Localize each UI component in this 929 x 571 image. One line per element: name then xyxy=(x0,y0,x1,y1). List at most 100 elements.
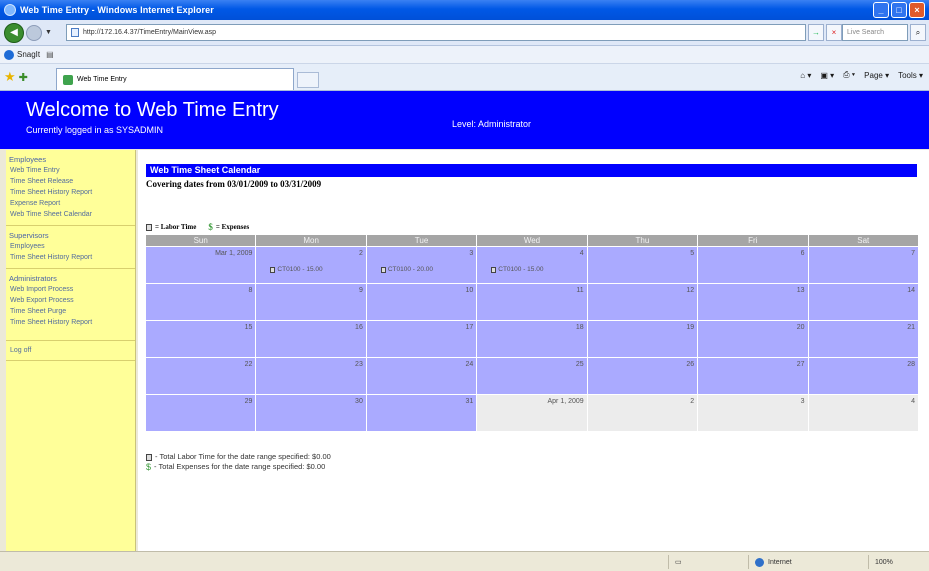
search-icon[interactable]: ⌕ xyxy=(910,24,926,41)
calendar-day-cell[interactable]: 31 xyxy=(366,395,477,431)
favorites-star-icon[interactable]: ★ xyxy=(4,69,16,85)
page-menu[interactable]: Page ▾ xyxy=(864,71,889,80)
calendar-day-cell[interactable]: 17 xyxy=(366,321,477,357)
add-favorite-icon[interactable]: ✚ xyxy=(19,71,28,84)
calendar-day-cell[interactable]: 10 xyxy=(366,284,477,320)
labor-time-icon xyxy=(146,453,152,461)
day-header-thu: Thu xyxy=(587,235,698,246)
calendar-day-cell[interactable]: 23 xyxy=(256,358,366,394)
sidebar-item-admin-history[interactable]: Time Sheet History Report xyxy=(6,317,135,328)
calendar-day-cell[interactable]: 28 xyxy=(808,358,918,394)
go-icon[interactable]: → xyxy=(808,24,824,41)
snagit-options-icon[interactable]: ▤ xyxy=(46,50,54,59)
labor-time-icon xyxy=(270,266,276,273)
sidebar-item-time-sheet-release[interactable]: Time Sheet Release xyxy=(6,176,135,187)
sidebar-item-time-sheet-history[interactable]: Time Sheet History Report xyxy=(6,187,135,198)
calendar-day-cell[interactable]: 5 xyxy=(587,247,698,283)
total-expenses-row: $ - Total Expenses for the date range sp… xyxy=(146,462,331,472)
history-dropdown-icon[interactable]: ▼ xyxy=(45,29,55,36)
security-zone: Internet xyxy=(748,555,858,569)
total-expenses-text: - Total Expenses for the date range spec… xyxy=(154,462,326,471)
day-header-wed: Wed xyxy=(477,235,587,246)
tab-label: Web Time Entry xyxy=(77,76,127,83)
calendar-day-cell[interactable]: 13 xyxy=(698,284,808,320)
calendar-day-cell[interactable]: 12 xyxy=(587,284,698,320)
calendar-day-number: 4 xyxy=(579,250,584,257)
calendar-day-cell[interactable]: 8 xyxy=(146,284,256,320)
calendar-day-headers: Sun Mon Tue Wed Thu Fri Sat xyxy=(146,235,918,246)
time-entry-link[interactable]: CT0100 - 15.00 xyxy=(270,266,323,273)
calendar-day-cell[interactable]: 29 xyxy=(146,395,256,431)
day-header-sun: Sun xyxy=(146,235,256,246)
calendar-day-cell[interactable]: 3 CT0100 - 20.00 xyxy=(366,247,477,283)
calendar-day-cell[interactable]: 19 xyxy=(587,321,698,357)
logoff-link[interactable]: Log off xyxy=(6,340,135,361)
calendar-day-cell[interactable]: 26 xyxy=(587,358,698,394)
time-entry-text: CT0100 - 20.00 xyxy=(387,266,434,273)
close-button[interactable]: × xyxy=(909,2,925,18)
address-bar[interactable]: http://172.16.4.37/TimeEntry/MainView.as… xyxy=(66,24,806,41)
calendar-day-cell[interactable]: 30 xyxy=(256,395,366,431)
calendar-day-number: 7 xyxy=(911,250,915,257)
sidebar-item-web-export[interactable]: Web Export Process xyxy=(6,295,135,306)
calendar-day-cell[interactable]: 6 xyxy=(698,247,808,283)
sidebar-item-web-time-sheet-calendar[interactable]: Web Time Sheet Calendar xyxy=(6,209,135,220)
sidebar-heading-supervisors: Supervisors xyxy=(9,231,49,240)
time-entry-link[interactable]: CT0100 - 15.00 xyxy=(491,266,543,273)
calendar-day-cell[interactable]: 2 CT0100 - 15.00 xyxy=(256,247,366,283)
tools-menu[interactable]: Tools ▾ xyxy=(898,71,923,80)
forward-icon[interactable] xyxy=(26,24,42,41)
back-icon[interactable]: ◀ xyxy=(4,22,24,43)
stop-icon[interactable]: × xyxy=(826,24,842,41)
calendar-day-cell[interactable]: 3 xyxy=(698,395,808,431)
calendar-day-cell[interactable]: 27 xyxy=(698,358,808,394)
calendar-day-cell[interactable]: 25 xyxy=(477,358,587,394)
calendar-day-cell[interactable]: 4 xyxy=(808,395,918,431)
sidebar-item-web-import[interactable]: Web Import Process xyxy=(6,284,135,295)
sidebar-item-time-sheet-purge[interactable]: Time Sheet Purge xyxy=(6,306,135,317)
home-button[interactable]: ⌂ ▾ xyxy=(800,71,811,80)
maximize-button[interactable]: □ xyxy=(891,2,907,18)
minimize-button[interactable]: _ xyxy=(873,2,889,18)
calendar-day-number: 15 xyxy=(244,324,253,331)
zoom-control[interactable]: 100% xyxy=(868,555,926,569)
calendar-day-number: Mar 1, 2009 xyxy=(215,250,253,257)
snagit-icon xyxy=(4,49,14,60)
calendar-day-cell[interactable]: 21 xyxy=(808,321,918,357)
feeds-button[interactable]: ▣ ▾ xyxy=(820,71,834,80)
time-entry-text: CT0100 - 15.00 xyxy=(498,266,544,273)
sidebar-heading-administrators: Administrators xyxy=(9,274,57,283)
new-tab-button[interactable] xyxy=(297,72,319,88)
calendar-day-number: 3 xyxy=(800,398,805,405)
calendar-day-number: 3 xyxy=(469,250,474,257)
tab-web-time-entry[interactable]: Web Time Entry xyxy=(56,68,294,90)
calendar-day-cell[interactable]: 14 xyxy=(808,284,918,320)
calendar-day-number: 12 xyxy=(686,287,695,294)
calendar-day-cell[interactable]: Mar 1, 2009 xyxy=(146,247,256,283)
snagit-link[interactable]: SnagIt xyxy=(17,50,40,59)
calendar-week-row: 22 23 24 25 26 27 28 xyxy=(146,358,918,394)
calendar-day-cell[interactable]: 2 xyxy=(587,395,698,431)
search-input[interactable]: Live Search xyxy=(842,24,908,41)
calendar-day-cell[interactable]: 16 xyxy=(256,321,366,357)
calendar-day-cell[interactable]: 22 xyxy=(146,358,256,394)
calendar-day-cell[interactable]: 4 CT0100 - 15.00 xyxy=(477,247,587,283)
time-entry-link[interactable]: CT0100 - 20.00 xyxy=(380,266,434,273)
sidebar-item-web-time-entry[interactable]: Web Time Entry xyxy=(6,165,135,176)
calendar-day-cell[interactable]: 20 xyxy=(698,321,808,357)
calendar-day-cell[interactable]: 7 xyxy=(808,247,918,283)
calendar-day-number: 25 xyxy=(575,361,584,368)
calendar-day-cell[interactable]: 11 xyxy=(477,284,587,320)
calendar-day-cell[interactable]: 24 xyxy=(366,358,477,394)
calendar-day-cell[interactable]: 9 xyxy=(256,284,366,320)
calendar-day-cell[interactable]: 15 xyxy=(146,321,256,357)
print-button[interactable]: ⎙ ▾ xyxy=(843,70,855,80)
sidebar-item-employees[interactable]: Employees xyxy=(6,241,135,252)
calendar-day-number: 24 xyxy=(465,361,474,368)
sidebar-item-expense-report[interactable]: Expense Report xyxy=(6,198,135,209)
calendar-grid: Sun Mon Tue Wed Thu Fri Sat Mar 1, 2009 2… xyxy=(145,234,919,432)
expenses-icon: $ xyxy=(146,461,152,472)
calendar-day-cell[interactable]: 18 xyxy=(477,321,587,357)
sidebar-item-supervisor-history[interactable]: Time Sheet History Report xyxy=(6,252,135,263)
calendar-day-cell[interactable]: Apr 1, 2009 xyxy=(477,395,587,431)
